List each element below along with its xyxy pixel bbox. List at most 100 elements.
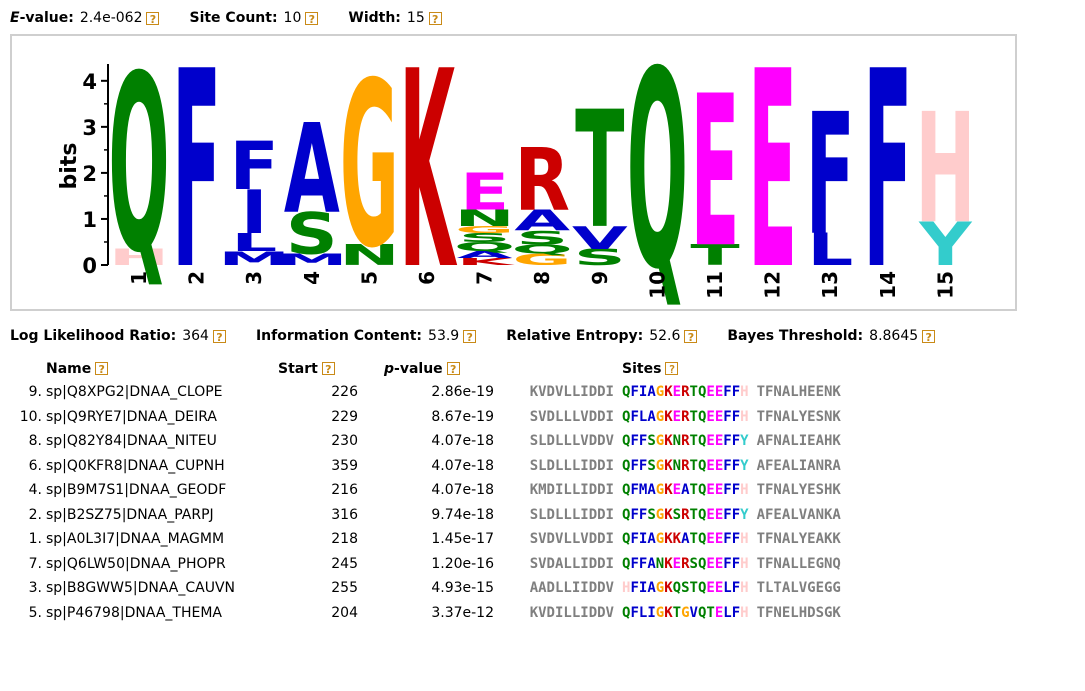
logo-position-label: 4 (300, 271, 324, 285)
ic-stat: Information Content: 53.9 ? (255, 328, 477, 344)
logo-letter: E (690, 51, 739, 294)
row-start: 245 (331, 555, 358, 572)
site-residue: T (689, 384, 698, 401)
logo-letter: E (748, 36, 797, 309)
row-pvalue: 8.67e-19 (431, 408, 494, 425)
re-label: Relative Entropy: (506, 328, 644, 344)
row-left-flank: SLDLLLIDDI (529, 506, 614, 523)
ic-value: 53.9 (428, 328, 460, 344)
help-icon[interactable]: ? (146, 11, 160, 26)
site-residue: E (706, 531, 715, 548)
header-name: Name? (42, 358, 262, 380)
site-residue: L (723, 604, 732, 621)
site-residue: F (630, 580, 639, 597)
site-residue: H (740, 555, 749, 572)
site-residue: R (681, 506, 690, 523)
row-site: QFFSGKSRTQEEFFY (614, 503, 749, 528)
logo-position-label: 3 (242, 271, 266, 285)
site-residue: E (706, 482, 715, 499)
logo-letter: Q (627, 36, 688, 309)
logo-position-label: 10 (645, 271, 669, 299)
help-icon[interactable]: ? (428, 11, 442, 26)
row-name: sp|B9M7S1|DNAA_GEODF (46, 482, 227, 499)
site-residue: G (655, 506, 665, 523)
row-index: 10. (19, 408, 42, 425)
table-header-row: Name? Start? p-value? Sites? (10, 358, 841, 380)
sites-table: Name? Start? p-value? Sites? 9. sp|Q8XPG2… (10, 358, 841, 625)
logo-position-label: 7 (473, 271, 497, 285)
help-icon[interactable]: ? (684, 329, 698, 344)
bt-stat: Bayes Threshold: 8.8645 ? (727, 328, 936, 344)
row-site: QFFANKERSQEEFFH (614, 552, 749, 577)
row-right-flank: AFNALIEAHK (756, 433, 841, 450)
width-label: Width: (348, 10, 401, 26)
site-residue: E (714, 457, 724, 474)
site-residue: F (630, 384, 639, 401)
site-residue: N (655, 555, 665, 572)
header-left-flank (494, 358, 614, 380)
site-residue: E (714, 531, 724, 548)
row-left-flank: AADLLIIDDV (529, 580, 614, 597)
site-residue: F (630, 433, 639, 450)
site-residue: F (723, 482, 732, 499)
logo-y-tick-label: 2 (82, 162, 97, 186)
logo-position-label: 9 (588, 271, 612, 285)
help-icon[interactable]: ? (922, 329, 936, 344)
site-residue: E (706, 506, 715, 523)
site-residue: F (731, 482, 741, 499)
site-residue: K (664, 457, 673, 474)
row-site: QFLAGKERTQEEFFH (614, 405, 749, 430)
site-residue: E (706, 408, 715, 425)
re-value: 52.6 (649, 328, 681, 344)
site-residue: T (689, 433, 698, 450)
row-left-flank: KVDILLIDDV (529, 604, 614, 621)
site-residue: R (681, 457, 690, 474)
logo-letter: T (575, 77, 624, 264)
row-name: sp|Q82Y84|DNAA_NITEU (46, 433, 217, 450)
help-icon[interactable]: ? (463, 329, 477, 344)
row-site: HFIAGKQSTQEELFH (614, 576, 749, 601)
site-residue: T (672, 604, 682, 621)
site-residue: F (723, 506, 732, 523)
row-left-flank: SVDVLLVDDI (529, 531, 614, 548)
row-left-flank: SVDALLIDDI (529, 555, 614, 572)
site-residue: F (630, 408, 639, 425)
table-row: 10. sp|Q9RYE7|DNAA_DEIRA 229 8.67e-19 SVDLLL… (10, 405, 841, 430)
help-icon[interactable]: ? (446, 362, 460, 376)
table-row: 4. sp|B9M7S1|DNAA_GEODF 216 4.07e-18 KMDILLI… (10, 478, 841, 503)
site-residue: F (630, 457, 639, 474)
row-site: QFFSGKNRTQEEFFY (614, 454, 749, 479)
header-start: Start? (262, 358, 358, 380)
header-sites: Sites? (614, 358, 749, 380)
site-residue: F (723, 531, 732, 548)
row-site: QFMAGKEATQEEFFH (614, 478, 749, 503)
logo-position-label: 2 (185, 271, 209, 285)
logo-letter: E (460, 163, 509, 222)
help-icon[interactable]: ? (321, 362, 335, 376)
table-row: 9. sp|Q8XPG2|DNAA_CLOPE 226 2.86e-19 KVDVLLI… (10, 380, 841, 405)
help-icon[interactable]: ? (305, 11, 319, 26)
help-icon[interactable]: ? (665, 362, 679, 376)
site-residue: H (740, 604, 749, 621)
row-left-flank: SLDLLLIDDI (529, 457, 614, 474)
site-count-label: Site Count: (189, 10, 278, 26)
site-residue: E (714, 384, 724, 401)
row-right-flank: AFEALIANRA (756, 457, 841, 474)
site-residue: F (723, 408, 732, 425)
motif-scores-row: Log Likelihood Ratio: 364 ? Information … (10, 326, 965, 346)
site-residue: S (672, 506, 682, 523)
site-residue: E (706, 555, 715, 572)
help-icon[interactable]: ? (212, 329, 226, 344)
help-icon[interactable]: ? (95, 362, 109, 376)
row-name: sp|A0L3I7|DNAA_MAGMM (46, 531, 225, 548)
row-index: 3. (28, 580, 42, 597)
row-name: sp|B8GWW5|DNAA_CAUVN (46, 580, 236, 597)
site-residue: F (731, 457, 741, 474)
site-residue: F (630, 604, 639, 621)
table-row: 1. sp|A0L3I7|DNAA_MAGMM 218 1.45e-17 SVDVLLV… (10, 527, 841, 552)
site-residue: F (731, 408, 741, 425)
row-pvalue: 4.07e-18 (431, 482, 494, 499)
row-pvalue: 3.37e-12 (431, 604, 494, 621)
ic-label: Information Content: (255, 328, 423, 344)
sites-table-body: 9. sp|Q8XPG2|DNAA_CLOPE 226 2.86e-19 KVDVLLI… (10, 380, 841, 625)
